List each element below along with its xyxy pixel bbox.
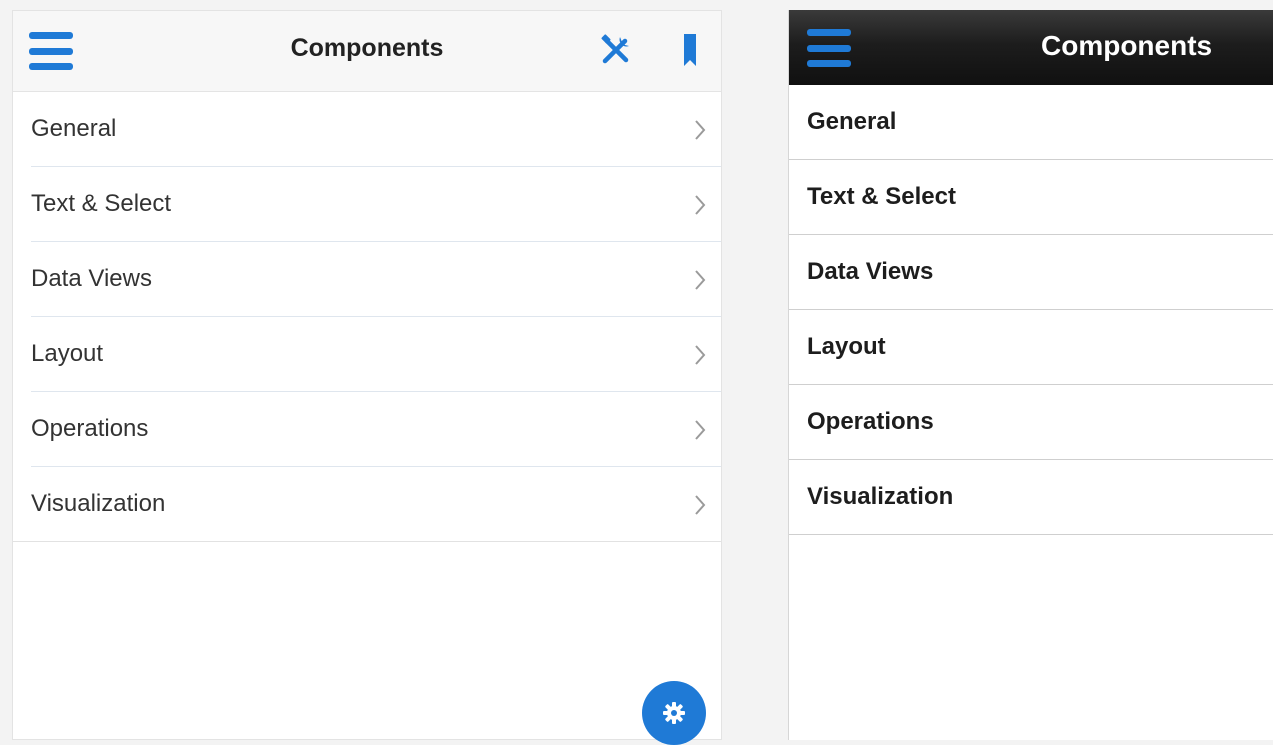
dark-theme-panel: Components General Text & Select Data Vi… (788, 10, 1273, 740)
light-theme-panel: Components General Text & Select Data Vi… (12, 10, 722, 745)
list-item-data-views[interactable]: Data Views (789, 235, 1273, 310)
list-item-label: Data Views (807, 258, 934, 285)
list-item-operations[interactable]: Operations (31, 392, 721, 467)
list-item-label: Data Views (31, 265, 152, 292)
list-item-label: Text & Select (807, 183, 956, 210)
list-item-label: Text & Select (31, 190, 172, 217)
list-item-general[interactable]: General (789, 85, 1273, 160)
list-item-label: Visualization (31, 490, 166, 517)
list-item-layout[interactable]: Layout (789, 310, 1273, 385)
list-item-label: Layout (31, 340, 104, 367)
chevron-right-icon (695, 495, 706, 515)
list-item-text-select[interactable]: Text & Select (789, 160, 1273, 235)
list-item-label: Visualization (807, 483, 954, 510)
settings-fab-button[interactable] (642, 681, 706, 745)
list-item-label: General (31, 115, 117, 142)
list-item-text-select[interactable]: Text & Select (31, 167, 721, 242)
bookmark-icon[interactable] (681, 33, 699, 67)
list-item-data-views[interactable]: Data Views (31, 242, 721, 317)
chevron-right-icon (695, 195, 706, 215)
hamburger-menu-icon[interactable] (807, 28, 851, 68)
navigation-list: General Text & Select Data Views Layout … (789, 85, 1273, 535)
list-item-label: General (807, 108, 897, 135)
list-item-visualization[interactable]: Visualization (789, 460, 1273, 535)
list-item-layout[interactable]: Layout (31, 317, 721, 392)
app-header: Components (13, 11, 721, 92)
list-item-label: Layout (807, 333, 886, 360)
list-item-operations[interactable]: Operations (789, 385, 1273, 460)
chevron-right-icon (695, 420, 706, 440)
chevron-right-icon (695, 120, 706, 140)
chevron-right-icon (695, 270, 706, 290)
page-title: Components (1041, 30, 1213, 61)
app-header: Components (789, 10, 1273, 85)
tools-icon[interactable] (599, 33, 633, 67)
list-item-label: Operations (31, 415, 149, 442)
list-item-label: Operations (807, 408, 934, 435)
list-item-general[interactable]: General (31, 92, 721, 167)
chevron-right-icon (695, 345, 706, 365)
list-item-visualization[interactable]: Visualization (13, 467, 721, 542)
gear-icon (663, 702, 685, 724)
navigation-list: General Text & Select Data Views Layout … (13, 92, 721, 542)
